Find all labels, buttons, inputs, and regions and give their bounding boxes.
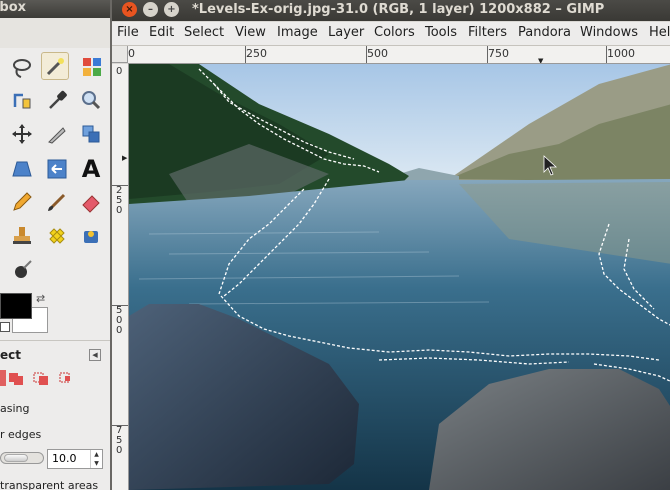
rotate-transform-icon[interactable]	[77, 120, 105, 148]
ruler-label: 2 5 0	[116, 185, 123, 216]
image-window: × – + *Levels-Ex-orig.jpg-31.0 (RGB, 1 l…	[110, 0, 670, 490]
text-tool-icon[interactable]: A	[77, 155, 105, 183]
slider-knob[interactable]	[4, 454, 28, 462]
menu-tools[interactable]: Tools	[425, 25, 457, 40]
paintbrush-icon[interactable]	[43, 188, 71, 216]
lasso-icon[interactable]	[8, 54, 36, 82]
color-picker-icon[interactable]	[43, 86, 71, 114]
toolbox-titlebar: olbox	[0, 0, 110, 18]
ruler-label: 0	[116, 66, 123, 77]
ruler-label: 750	[488, 47, 509, 60]
ruler-label: 5 0 0	[116, 305, 123, 336]
foreground-color-swatch[interactable]	[0, 293, 32, 319]
menu-filters[interactable]: Filters	[468, 25, 507, 40]
menu-image[interactable]: Image	[277, 25, 318, 40]
menu-layer[interactable]: Layer	[328, 25, 364, 40]
ruler-label: 1000	[607, 47, 635, 60]
feather-radius-spinner[interactable]: 10.0 ▲ ▼	[47, 449, 103, 469]
feather-radius-slider[interactable]	[0, 452, 44, 464]
menu-windows[interactable]: Windows	[580, 25, 638, 40]
eraser-icon[interactable]	[77, 188, 105, 216]
window-title: *Levels-Ex-orig.jpg-31.0 (RGB, 1 layer) …	[192, 2, 605, 17]
menu-select[interactable]: Select	[184, 25, 224, 40]
select-transparent-label[interactable]: transparent areas	[0, 479, 98, 490]
divider	[0, 340, 110, 341]
close-window-button[interactable]: ×	[122, 2, 137, 17]
ruler-tick	[366, 46, 367, 63]
ruler-tick	[606, 46, 607, 63]
feather-edges-label[interactable]: r edges	[0, 428, 41, 441]
menubar: File Edit Select View Image Layer Colors…	[112, 22, 670, 46]
menu-help[interactable]: Hel	[649, 25, 670, 40]
mode-intersect-icon[interactable]	[59, 370, 75, 386]
menu-view[interactable]: View	[235, 25, 266, 40]
maximize-window-button[interactable]: +	[164, 2, 179, 17]
menu-colors[interactable]: Colors	[374, 25, 415, 40]
tool-options-menu-icon[interactable]: ◀	[89, 349, 101, 361]
ruler-tick	[112, 185, 128, 186]
toolbox-title: olbox	[0, 0, 27, 15]
pencil-icon[interactable]	[8, 188, 36, 216]
ruler-corner-button[interactable]	[112, 46, 128, 63]
menu-file[interactable]: File	[117, 25, 139, 40]
toolbox-window: olbox A	[0, 0, 110, 490]
minimize-window-button[interactable]: –	[143, 2, 158, 17]
toolbox-drop-area	[0, 18, 110, 48]
image-window-titlebar: × – + *Levels-Ex-orig.jpg-31.0 (RGB, 1 l…	[112, 0, 670, 21]
spinner-arrows-icon[interactable]: ▲ ▼	[90, 450, 102, 468]
menu-pandora[interactable]: Pandora	[518, 25, 571, 40]
image-canvas[interactable]	[129, 64, 670, 490]
ruler-tick	[245, 46, 246, 63]
crop-knife-icon[interactable]	[43, 120, 71, 148]
antialiasing-label[interactable]: asing	[0, 402, 29, 415]
ruler-tick	[487, 46, 488, 63]
ruler-tick	[112, 425, 128, 426]
vertical-ruler[interactable]: 0 2 5 0 5 0 0 7 5 0 ▶	[112, 64, 129, 490]
pointer-position-marker: ▼	[538, 57, 544, 64]
ruler-tick	[112, 305, 128, 306]
pointer-position-marker: ▶	[122, 154, 128, 162]
feather-radius-value: 10.0	[52, 452, 77, 465]
mode-subtract-icon[interactable]	[33, 370, 49, 386]
mode-add-icon[interactable]	[8, 370, 24, 386]
menu-edit[interactable]: Edit	[149, 25, 174, 40]
horizontal-ruler[interactable]: 0 250 500 750 1000 ▼	[128, 46, 670, 64]
ruler-label: 500	[367, 47, 388, 60]
text-tool-glyph: A	[81, 155, 101, 183]
select-by-color-icon[interactable]	[78, 53, 106, 81]
paths-tool-icon[interactable]	[8, 86, 36, 114]
heal-icon[interactable]	[43, 222, 71, 250]
ruler-label: 250	[246, 47, 267, 60]
lake-photo	[129, 64, 670, 490]
mode-replace-icon[interactable]	[0, 370, 6, 386]
move-icon[interactable]	[8, 120, 36, 148]
tool-options-title: ect	[0, 348, 21, 362]
bucket-fill-icon[interactable]	[77, 222, 105, 250]
swap-colors-icon[interactable]: ⇄	[36, 292, 45, 305]
ruler-label: 0	[128, 47, 135, 60]
clone-stamp-icon[interactable]	[8, 222, 36, 250]
flip-icon[interactable]	[43, 155, 71, 183]
reset-colors-icon[interactable]	[0, 322, 10, 332]
ruler-label: 7 5 0	[116, 425, 123, 456]
shear-transform-icon[interactable]	[8, 155, 36, 183]
ink-blur-icon[interactable]	[8, 256, 36, 284]
zoom-icon[interactable]	[77, 86, 105, 114]
fuzzy-select-wand-icon[interactable]	[41, 52, 69, 80]
